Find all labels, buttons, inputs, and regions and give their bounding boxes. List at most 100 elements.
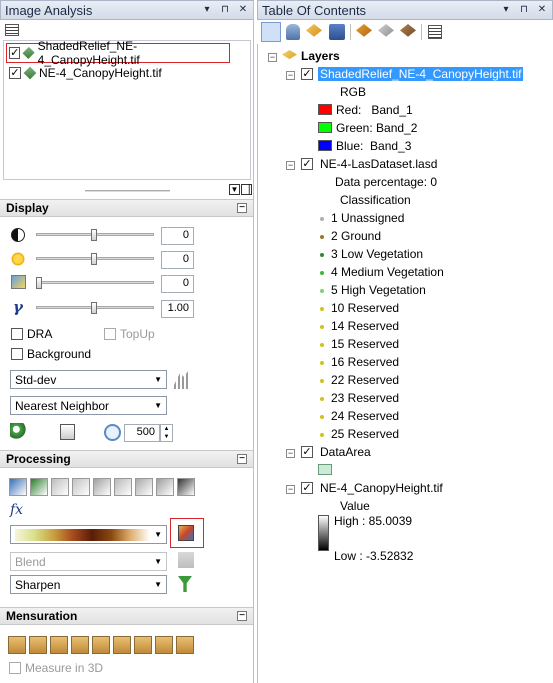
fit-icon[interactable] [60, 424, 75, 440]
las-class-item: 22 Reserved [320, 373, 399, 387]
shaded-layer-name[interactable]: ShadedRelief_NE-4_CanopyHeight.tif [318, 67, 524, 81]
layer-item-canopy[interactable]: ✓ NE-4_CanopyHeight.tif [6, 64, 230, 82]
layers-expander[interactable]: − [268, 53, 277, 62]
mensuration-header[interactable]: Mensuration − [0, 607, 253, 625]
contrast-value[interactable]: 0 [161, 227, 194, 245]
background-checkbox[interactable] [11, 348, 23, 360]
dataarea-layer-name[interactable]: DataArea [320, 445, 371, 459]
canopy-visibility-checkbox[interactable]: ✓ [301, 482, 313, 494]
pin-icon[interactable]: ▾ [201, 4, 213, 16]
las-expander[interactable]: − [286, 161, 295, 170]
fx-icon[interactable]: fx [10, 502, 23, 518]
list-by-selection-icon[interactable] [329, 24, 345, 40]
measure-3d-checkbox[interactable] [9, 662, 21, 674]
resample-dropdown[interactable]: Nearest Neighbor ▼ [10, 396, 167, 415]
dataarea-expander[interactable]: − [286, 449, 295, 458]
canopy-layer-name[interactable]: NE-4_CanopyHeight.tif [320, 481, 443, 495]
measure-top-icon[interactable] [50, 636, 68, 654]
display-title: Display [6, 201, 49, 215]
image-analysis-title: Image Analysis [5, 2, 93, 18]
layer-checkbox[interactable]: ✓ [9, 67, 21, 79]
layer-item-shaded[interactable]: ✓ ShadedRelief_NE-4_CanopyHeight.tif [6, 39, 230, 67]
ndvi-icon[interactable] [30, 478, 48, 496]
measure-line-icon[interactable] [155, 636, 173, 654]
list-view-icon[interactable] [5, 24, 19, 36]
chevron-down-icon: ▼ [154, 530, 162, 539]
contrast-slider-thumb[interactable] [91, 229, 97, 241]
autohide-icon[interactable]: ⊓ [518, 4, 530, 16]
collapse-icon[interactable]: − [237, 611, 247, 621]
close-icon[interactable]: ✕ [237, 4, 249, 16]
las-class-item: 25 Reserved [320, 427, 399, 441]
measure-3d-row[interactable]: Measure in 3D [9, 661, 103, 675]
measure-height-icon[interactable] [29, 636, 47, 654]
splitter[interactable] [85, 190, 170, 192]
autohide-icon[interactable]: ⊓ [219, 4, 231, 16]
blend-dropdown[interactable]: Blend ▼ [10, 552, 167, 571]
stretch-value: Std-dev [15, 372, 57, 387]
gamma-slider-thumb[interactable] [91, 302, 97, 314]
collapse-icon[interactable]: − [237, 203, 247, 213]
measure-area-alt-icon[interactable] [134, 636, 152, 654]
measure-shadow-icon[interactable] [71, 636, 89, 654]
stretch-dropdown[interactable]: Std-dev ▼ [10, 370, 167, 389]
dock-icon[interactable]: ▕ [241, 184, 252, 195]
topup-label: TopUp [120, 327, 155, 341]
transparency-slider[interactable] [36, 281, 154, 284]
transparency-slider-thumb[interactable] [36, 277, 42, 289]
brightness-value[interactable]: 0 [161, 251, 194, 269]
measure-distance-icon[interactable] [8, 636, 26, 654]
list-by-source-icon[interactable] [286, 24, 300, 40]
table-icon[interactable] [92, 636, 110, 654]
layer-checkbox[interactable]: ✓ [9, 47, 21, 59]
zoom-in-icon[interactable] [10, 423, 28, 441]
class-point-icon [320, 414, 324, 419]
calculator-icon[interactable] [176, 636, 194, 654]
dataarea-visibility-checkbox[interactable]: ✓ [301, 446, 313, 458]
las-visibility-checkbox[interactable]: ✓ [301, 158, 313, 170]
expand-icon[interactable]: ▼ [229, 184, 240, 195]
filter-icon[interactable] [178, 576, 192, 592]
stack-alt-icon[interactable] [156, 478, 174, 496]
raster-icon [22, 46, 36, 60]
shaded-visibility-checkbox[interactable]: ✓ [301, 68, 313, 80]
processing-header[interactable]: Processing − [0, 450, 253, 468]
save-icon[interactable] [177, 478, 195, 496]
layers-label[interactable]: Layers [301, 49, 340, 63]
topup-checkbox[interactable] [104, 328, 116, 340]
background-checkbox-row[interactable]: Background [11, 347, 91, 361]
list-by-drawing-order-icon[interactable] [261, 22, 281, 42]
magnifier-icon[interactable] [104, 424, 121, 441]
pin-icon[interactable]: ▾ [500, 4, 512, 16]
mosaic-icon[interactable] [93, 478, 111, 496]
zoom-spinner[interactable]: ▲ ▼ [160, 424, 173, 442]
brightness-slider-thumb[interactable] [91, 253, 97, 265]
transparency-value[interactable]: 0 [161, 275, 194, 293]
hillshade-icon[interactable] [51, 478, 69, 496]
dra-checkbox-row[interactable]: DRA [11, 327, 52, 341]
blend-add-icon[interactable] [178, 552, 194, 568]
close-icon[interactable]: ✕ [536, 4, 548, 16]
dra-checkbox[interactable] [11, 328, 23, 340]
las-layer-name[interactable]: NE-4-LasDataset.lasd [320, 157, 437, 171]
orthorectify-icon[interactable] [72, 478, 90, 496]
zoom-value[interactable]: 500 [124, 424, 160, 442]
colormap-dropdown[interactable]: ▼ [10, 525, 167, 544]
histogram-icon[interactable] [172, 371, 192, 389]
gamma-value[interactable]: 1.00 [161, 300, 194, 318]
options-icon[interactable] [428, 25, 442, 39]
shaded-expander[interactable]: − [286, 71, 295, 80]
pansharpen-icon[interactable] [9, 478, 27, 496]
collapse-icon[interactable]: − [237, 454, 247, 464]
class-point-icon [320, 288, 324, 293]
display-header[interactable]: Display − [0, 199, 253, 217]
sharpen-dropdown[interactable]: Sharpen ▼ [10, 575, 167, 594]
measure-area-icon[interactable] [113, 636, 131, 654]
stack-icon[interactable] [135, 478, 153, 496]
topup-checkbox-row[interactable]: TopUp [104, 327, 155, 341]
clip-icon[interactable] [114, 478, 132, 496]
colormap-icon[interactable] [178, 525, 194, 541]
background-label: Background [27, 347, 92, 361]
canopy-expander[interactable]: − [286, 485, 295, 494]
brightness-icon [11, 252, 25, 266]
